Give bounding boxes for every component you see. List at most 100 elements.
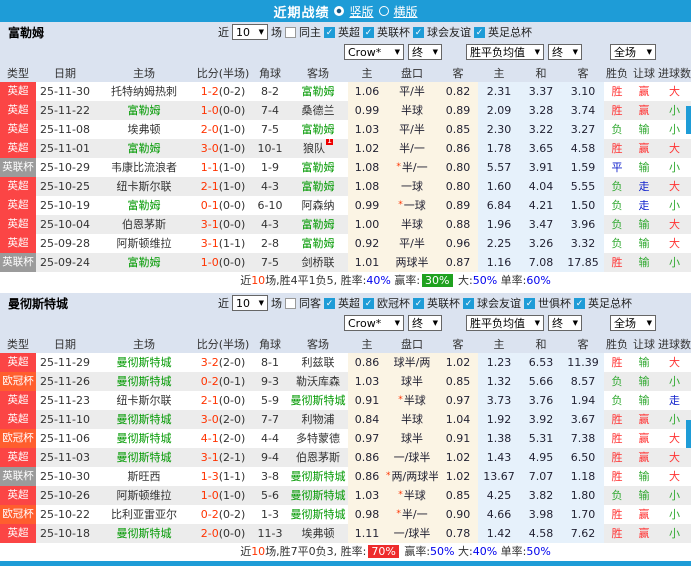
filter-checkbox[interactable]: ✓ xyxy=(324,26,335,38)
away-team[interactable]: 富勒姆 xyxy=(288,120,348,139)
filter-checkbox[interactable]: ✓ xyxy=(413,297,424,309)
away-team[interactable]: 曼彻斯特城 xyxy=(288,391,348,410)
match-row[interactable]: 英超 25-11-22 富勒姆 1-0(0-0) 7-4 桑德兰 0.99 半球… xyxy=(0,101,691,120)
score-cell[interactable]: 1-0(0-0) xyxy=(194,253,252,272)
away-team[interactable]: 狼队1 xyxy=(288,139,348,158)
recent-count-select[interactable]: 10 ▼ xyxy=(232,24,268,40)
home-team[interactable]: 富勒姆 xyxy=(94,139,194,158)
away-team[interactable]: 剑桥联 xyxy=(288,253,348,272)
match-scope-select[interactable]: 全场 ▼ xyxy=(610,44,656,60)
home-team[interactable]: 曼彻斯特城 xyxy=(94,410,194,429)
home-team[interactable]: 伯恩茅斯 xyxy=(94,215,194,234)
home-team[interactable]: 韦康比流浪者 xyxy=(94,158,194,177)
home-team[interactable]: 曼彻斯特城 xyxy=(94,429,194,448)
match-row[interactable]: 英超 25-10-18 曼彻斯特城 2-0(0-0) 11-3 埃弗顿 1.11… xyxy=(0,524,691,543)
filter-checkbox[interactable]: ✓ xyxy=(363,297,374,309)
match-row[interactable]: 英超 25-10-25 纽卡斯尔联 2-1(1-0) 4-3 富勒姆 1.08 … xyxy=(0,177,691,196)
home-team[interactable]: 富勒姆 xyxy=(94,253,194,272)
match-row[interactable]: 英联杯 25-09-24 富勒姆 1-0(0-0) 7-5 剑桥联 1.01 两… xyxy=(0,253,691,272)
away-team[interactable]: 伯恩茅斯 xyxy=(288,448,348,467)
vertical-layout-radio[interactable] xyxy=(334,6,345,16)
score-cell[interactable]: 3-2(2-0) xyxy=(194,353,252,372)
score-cell[interactable]: 0-1(0-0) xyxy=(194,196,252,215)
same-venue-checkbox[interactable] xyxy=(285,297,296,309)
away-team[interactable]: 多特蒙德 xyxy=(288,429,348,448)
avg-odds-select[interactable]: 胜平负均值 ▼ xyxy=(466,44,544,60)
match-row[interactable]: 英超 25-11-23 纽卡斯尔联 2-1(0-0) 5-9 曼彻斯特城 0.9… xyxy=(0,391,691,410)
match-row[interactable]: 欧冠杯 25-11-26 曼彻斯特城 0-2(0-1) 9-3 勒沃库森 1.0… xyxy=(0,372,691,391)
score-cell[interactable]: 2-1(1-0) xyxy=(194,177,252,196)
score-cell[interactable]: 1-0(1-0) xyxy=(194,486,252,505)
odds-company-select[interactable]: Crow* ▼ xyxy=(344,315,404,331)
away-team[interactable]: 富勒姆 xyxy=(288,158,348,177)
recent-count-select[interactable]: 10 ▼ xyxy=(232,295,268,311)
home-team[interactable]: 比利亚雷亚尔 xyxy=(94,505,194,524)
match-row[interactable]: 欧冠杯 25-10-22 比利亚雷亚尔 0-2(0-2) 1-3 曼彻斯特城 0… xyxy=(0,505,691,524)
score-cell[interactable]: 2-1(0-0) xyxy=(194,391,252,410)
avg-stage-select[interactable]: 终 ▼ xyxy=(548,44,582,60)
home-team[interactable]: 阿斯顿维拉 xyxy=(94,234,194,253)
vertical-layout-link[interactable]: 竖版 xyxy=(349,3,373,20)
away-team[interactable]: 利物浦 xyxy=(288,410,348,429)
away-team[interactable]: 富勒姆 xyxy=(288,177,348,196)
horizontal-layout-link[interactable]: 横版 xyxy=(394,3,418,20)
home-team[interactable]: 纽卡斯尔联 xyxy=(94,391,194,410)
score-cell[interactable]: 3-0(2-0) xyxy=(194,410,252,429)
home-team[interactable]: 富勒姆 xyxy=(94,196,194,215)
horizontal-layout-radio[interactable] xyxy=(378,6,389,16)
filter-checkbox[interactable]: ✓ xyxy=(463,297,474,309)
home-team[interactable]: 埃弗顿 xyxy=(94,120,194,139)
home-team[interactable]: 曼彻斯特城 xyxy=(94,524,194,543)
filter-checkbox[interactable]: ✓ xyxy=(574,297,585,309)
home-team[interactable]: 富勒姆 xyxy=(94,101,194,120)
home-team[interactable]: 曼彻斯特城 xyxy=(94,448,194,467)
match-row[interactable]: 英联杯 25-10-29 韦康比流浪者 1-1(1-0) 1-9 富勒姆 1.0… xyxy=(0,158,691,177)
filter-checkbox[interactable]: ✓ xyxy=(413,26,424,38)
filter-checkbox[interactable]: ✓ xyxy=(524,297,535,309)
score-cell[interactable]: 3-1(2-1) xyxy=(194,448,252,467)
same-venue-checkbox[interactable] xyxy=(285,26,296,38)
odds-stage-select[interactable]: 终 ▼ xyxy=(408,315,442,331)
scrollbar-thumb[interactable] xyxy=(686,106,691,134)
home-team[interactable]: 曼彻斯特城 xyxy=(94,353,194,372)
home-team[interactable]: 阿斯顿维拉 xyxy=(94,486,194,505)
score-cell[interactable]: 1-3(1-1) xyxy=(194,467,252,486)
score-cell[interactable]: 0-2(0-2) xyxy=(194,505,252,524)
away-team[interactable]: 曼彻斯特城 xyxy=(288,505,348,524)
avg-odds-select[interactable]: 胜平负均值 ▼ xyxy=(466,315,544,331)
match-row[interactable]: 英超 25-10-26 阿斯顿维拉 1-0(1-0) 5-6 曼彻斯特城 1.0… xyxy=(0,486,691,505)
filter-checkbox[interactable]: ✓ xyxy=(363,26,374,38)
filter-checkbox[interactable]: ✓ xyxy=(324,297,335,309)
away-team[interactable]: 利兹联 xyxy=(288,353,348,372)
away-team[interactable]: 埃弗顿 xyxy=(288,524,348,543)
match-row[interactable]: 英超 25-10-19 富勒姆 0-1(0-0) 6-10 阿森纳 0.99 *… xyxy=(0,196,691,215)
match-row[interactable]: 英联杯 25-10-30 斯旺西 1-3(1-1) 3-8 曼彻斯特城 0.86… xyxy=(0,467,691,486)
match-row[interactable]: 英超 25-10-04 伯恩茅斯 3-1(0-0) 4-3 富勒姆 1.00 半… xyxy=(0,215,691,234)
score-cell[interactable]: 3-1(1-1) xyxy=(194,234,252,253)
away-team[interactable]: 勒沃库森 xyxy=(288,372,348,391)
match-row[interactable]: 英超 25-11-10 曼彻斯特城 3-0(2-0) 7-7 利物浦 0.84 … xyxy=(0,410,691,429)
match-row[interactable]: 英超 25-11-08 埃弗顿 2-0(1-0) 7-5 富勒姆 1.03 平/… xyxy=(0,120,691,139)
home-team[interactable]: 纽卡斯尔联 xyxy=(94,177,194,196)
match-row[interactable]: 英超 25-11-30 托特纳姆热刺 1-2(0-2) 8-2 富勒姆 1.06… xyxy=(0,82,691,101)
away-team[interactable]: 富勒姆 xyxy=(288,234,348,253)
odds-company-select[interactable]: Crow* ▼ xyxy=(344,44,404,60)
match-row[interactable]: 英超 25-11-03 曼彻斯特城 3-1(2-1) 9-4 伯恩茅斯 0.86… xyxy=(0,448,691,467)
horizontal-scrollbar[interactable] xyxy=(0,561,691,566)
score-cell[interactable]: 3-1(0-0) xyxy=(194,215,252,234)
match-row[interactable]: 欧冠杯 25-11-06 曼彻斯特城 4-1(2-0) 4-4 多特蒙德 0.9… xyxy=(0,429,691,448)
away-team[interactable]: 阿森纳 xyxy=(288,196,348,215)
match-row[interactable]: 英超 25-11-01 富勒姆 3-0(1-0) 10-1 狼队1 1.02 半… xyxy=(0,139,691,158)
score-cell[interactable]: 1-0(0-0) xyxy=(194,101,252,120)
score-cell[interactable]: 2-0(1-0) xyxy=(194,120,252,139)
match-row[interactable]: 英超 25-11-29 曼彻斯特城 3-2(2-0) 8-1 利兹联 0.86 … xyxy=(0,353,691,372)
score-cell[interactable]: 0-2(0-1) xyxy=(194,372,252,391)
score-cell[interactable]: 1-1(1-0) xyxy=(194,158,252,177)
score-cell[interactable]: 1-2(0-2) xyxy=(194,82,252,101)
match-row[interactable]: 英超 25-09-28 阿斯顿维拉 3-1(1-1) 2-8 富勒姆 0.92 … xyxy=(0,234,691,253)
score-cell[interactable]: 4-1(2-0) xyxy=(194,429,252,448)
score-cell[interactable]: 3-0(1-0) xyxy=(194,139,252,158)
avg-stage-select[interactable]: 终 ▼ xyxy=(548,315,582,331)
score-cell[interactable]: 2-0(0-0) xyxy=(194,524,252,543)
match-scope-select[interactable]: 全场 ▼ xyxy=(610,315,656,331)
